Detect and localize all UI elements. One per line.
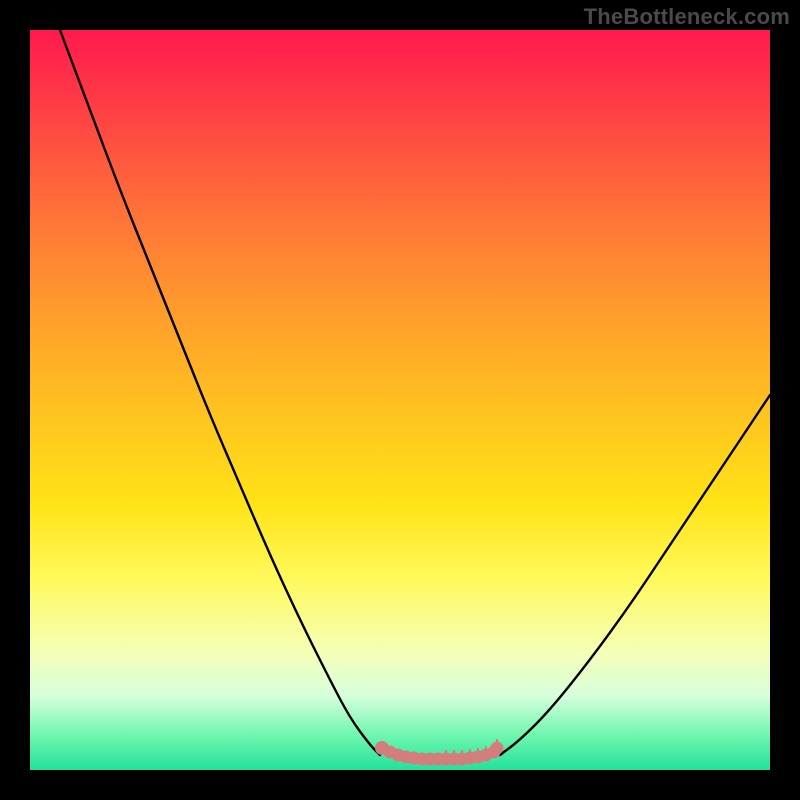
curve-group [60,30,770,755]
chart-frame: TheBottleneck.com [0,0,800,800]
plot-area [30,30,770,770]
right-curve [500,395,770,755]
watermark-text: TheBottleneck.com [584,4,790,30]
curve-layer [30,30,770,770]
bottom-dot-group [375,739,504,766]
left-curve [60,30,380,755]
